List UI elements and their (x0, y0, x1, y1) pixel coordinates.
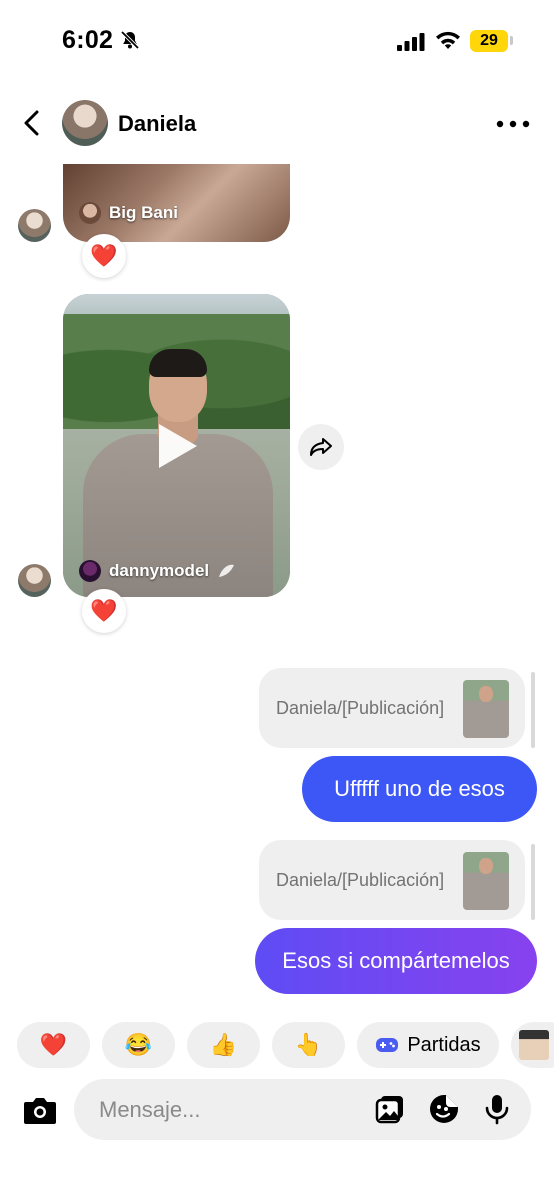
sticker-suggestion[interactable] (511, 1022, 554, 1068)
quick-reply-point-up[interactable]: 👆 (272, 1022, 345, 1068)
quick-replies-bar: ❤️ 😂 👍 👆 Partidas (17, 1022, 554, 1068)
post-author-name: Big Bani (109, 203, 178, 222)
message-composer[interactable]: Mensaje... (74, 1079, 531, 1140)
games-button[interactable]: Partidas (357, 1022, 499, 1068)
sticker-icon[interactable] (428, 1093, 460, 1125)
sender-avatar[interactable] (18, 564, 51, 597)
cellular-signal-icon (397, 33, 425, 51)
contact-avatar[interactable] (62, 100, 108, 146)
verified-wing-icon (219, 564, 235, 577)
more-options-icon[interactable] (496, 120, 530, 128)
battery-indicator: 29 (470, 30, 508, 52)
quick-reply-heart[interactable]: ❤️ (17, 1022, 90, 1068)
replied-post-preview[interactable]: Daniela/[Publicación] (259, 840, 525, 920)
reply-indicator-bar (531, 844, 535, 920)
reaction-badge[interactable]: ❤️ (82, 589, 126, 633)
wifi-icon (436, 31, 460, 49)
message-text: Esos si compártemelos (282, 948, 510, 973)
status-bar: 6:02 29 (0, 0, 554, 84)
replied-post-label: Daniela/[Publicación] (276, 698, 445, 718)
clock: 6:02 (62, 26, 114, 54)
sticker-thumbnail (519, 1030, 549, 1060)
reply-indicator-bar (531, 672, 535, 748)
replied-post-preview[interactable]: Daniela/[Publicación] (259, 668, 525, 748)
post-author: dannymodel (79, 560, 235, 582)
battery-cap (510, 36, 513, 45)
author-avatar (79, 202, 101, 224)
replied-post-thumbnail (463, 680, 509, 738)
quick-reply-thumbs-up[interactable]: 👍 (187, 1022, 260, 1068)
heart-reaction-icon: ❤️ (90, 598, 118, 623)
microphone-icon[interactable] (481, 1093, 513, 1125)
post-author: Big Bani (79, 202, 178, 224)
games-label: Partidas (407, 1033, 481, 1056)
author-avatar (79, 560, 101, 582)
contact-name[interactable]: Daniela (118, 111, 196, 137)
message-input[interactable]: Mensaje... (99, 1097, 201, 1123)
gamepad-icon (376, 1038, 399, 1052)
gallery-icon[interactable] (374, 1093, 406, 1125)
message-text: Ufffff uno de esos (334, 776, 505, 801)
camera-icon[interactable] (21, 1091, 59, 1129)
reaction-badge[interactable]: ❤️ (82, 234, 126, 278)
heart-reaction-icon: ❤️ (90, 243, 118, 268)
chat-header: Daniela (0, 84, 554, 164)
bell-muted-icon (120, 30, 140, 50)
play-icon[interactable] (159, 424, 197, 468)
replied-post-label: Daniela/[Publicación] (276, 870, 445, 890)
shared-post-2[interactable]: dannymodel (63, 294, 290, 597)
replied-post-thumbnail (463, 852, 509, 910)
share-button[interactable] (298, 424, 344, 470)
quick-reply-laugh[interactable]: 😂 (102, 1022, 175, 1068)
back-arrow-icon[interactable] (18, 108, 46, 138)
share-arrow-icon (310, 438, 332, 456)
post-author-name: dannymodel (109, 561, 210, 580)
sent-message-bubble[interactable]: Esos si compártemelos (255, 928, 537, 994)
sender-avatar[interactable] (18, 209, 51, 242)
sent-message-bubble[interactable]: Ufffff uno de esos (302, 756, 537, 822)
